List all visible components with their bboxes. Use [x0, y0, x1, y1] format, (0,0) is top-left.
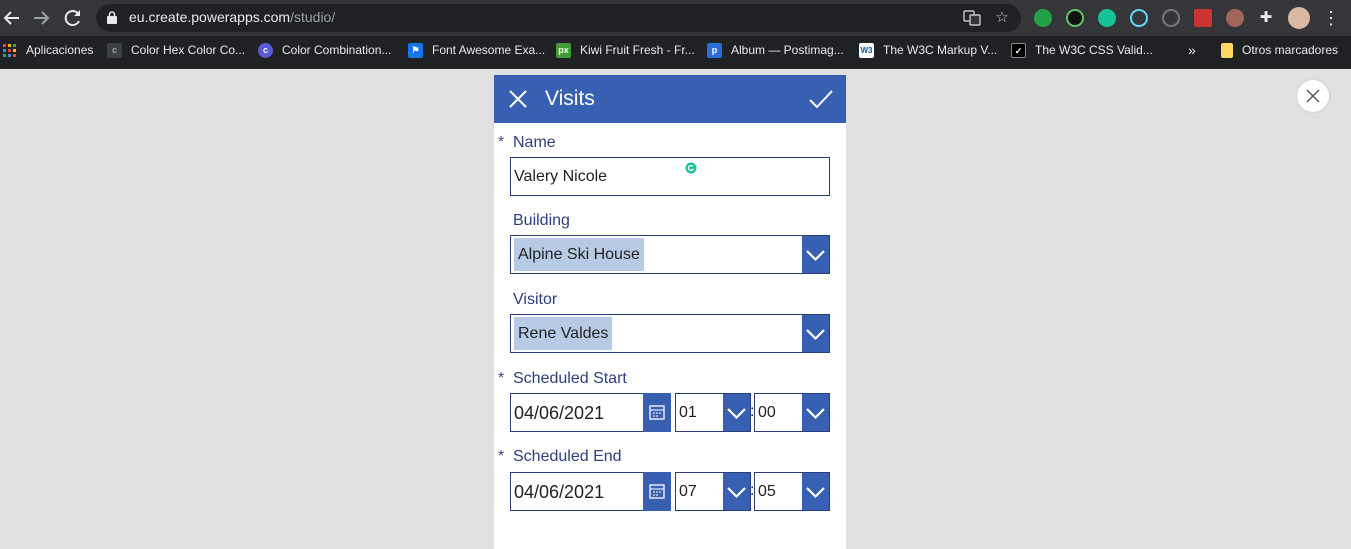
start-hour-dropdown[interactable]: 01	[675, 393, 751, 432]
color-combination-icon: c	[258, 42, 273, 58]
postimage-icon: p	[707, 42, 722, 58]
building-selected-value: Alpine Ski House	[514, 238, 644, 271]
more-bookmarks-label: »	[1188, 42, 1196, 58]
extension-a-icon[interactable]	[1066, 9, 1084, 27]
extension-brown-icon[interactable]	[1226, 9, 1244, 27]
forward-arrow-icon[interactable]	[29, 6, 53, 30]
apps-grid-icon	[2, 43, 17, 58]
calendar-icon[interactable]	[643, 472, 671, 511]
bookmark-label: Kiwi Fruit Fresh - Fr...	[580, 43, 695, 57]
bookmark-label: Aplicaciones	[26, 43, 94, 57]
chevron-down-icon[interactable]	[802, 473, 829, 510]
end-minute-value: 05	[758, 483, 776, 500]
bookmark-label: Album — Postimag...	[731, 43, 844, 57]
end-minute-dropdown[interactable]: 05	[754, 472, 830, 511]
start-minute-dropdown[interactable]: 00	[754, 393, 830, 432]
close-icon	[509, 90, 527, 108]
submit-button[interactable]	[808, 87, 834, 111]
browser-toolbar: eu.create.powerapps.com/studio/ ☆ ✚ ⋮	[0, 0, 1351, 36]
grammarly-icon[interactable]	[685, 162, 697, 174]
bookmark-item[interactable]: Aplicaciones	[2, 41, 93, 59]
start-minute-value: 00	[758, 404, 776, 421]
checkmark-icon	[809, 90, 833, 109]
bookmark-item[interactable]: ✓ The W3C CSS Valid...	[1011, 41, 1153, 59]
translate-icon[interactable]	[963, 9, 981, 27]
w3c-css-icon: ✓	[1011, 42, 1026, 58]
bookmark-label: The W3C Markup V...	[883, 43, 998, 57]
reload-icon[interactable]	[61, 6, 85, 30]
more-bookmarks-button[interactable]: »	[1188, 41, 1196, 59]
chevron-down-icon[interactable]	[802, 236, 829, 273]
react-devtools-icon[interactable]	[1130, 9, 1148, 27]
scheduled-start-label: Scheduled Start	[513, 370, 627, 387]
folder-icon	[1221, 42, 1233, 58]
lock-icon	[107, 11, 117, 24]
back-arrow-icon[interactable]	[0, 6, 24, 30]
name-input-value: Valery Nicole	[514, 168, 608, 185]
bookmark-label: Color Hex Color Co...	[131, 43, 246, 57]
bookmark-star-icon[interactable]: ☆	[993, 9, 1011, 27]
bookmarks-bar: Aplicaciones c Color Hex Color Co... c C…	[0, 36, 1351, 64]
required-indicator: *	[498, 448, 505, 465]
profile-avatar[interactable]	[1288, 7, 1310, 29]
visitor-label: Visitor	[513, 291, 558, 308]
visit-form-screen: Visits * Name Valery Nicole Building Alp…	[494, 75, 846, 549]
bookmark-label: Color Combination...	[282, 43, 392, 57]
url-text: eu.create.powerapps.com/studio/	[129, 9, 335, 25]
extension-red-icon[interactable]	[1194, 9, 1212, 27]
url-path: /studio/	[290, 9, 336, 25]
end-hour-dropdown[interactable]: 07	[675, 472, 751, 511]
chevron-down-icon[interactable]	[802, 315, 829, 352]
building-dropdown[interactable]: Alpine Ski House	[510, 235, 830, 274]
start-hour-value: 01	[679, 404, 697, 421]
end-date-picker[interactable]: 04/06/2021	[510, 472, 671, 511]
url-host: eu.create.powerapps.com	[129, 9, 291, 25]
other-bookmarks-folder[interactable]: Otros marcadores	[1221, 41, 1338, 59]
chevron-down-icon[interactable]	[723, 473, 750, 510]
bookmark-item[interactable]: c Color Combination...	[258, 41, 391, 59]
chevron-down-icon[interactable]	[802, 394, 829, 431]
bookmark-item[interactable]: p Album — Postimag...	[707, 41, 844, 59]
px-icon: px	[556, 42, 571, 58]
start-date-value: 04/06/2021	[514, 403, 605, 423]
building-label: Building	[513, 212, 570, 229]
bookmark-item[interactable]: W3 The W3C Markup V...	[859, 41, 997, 59]
bookmark-item[interactable]: ⚑ Font Awesome Exa...	[408, 41, 545, 59]
form-header: Visits	[494, 75, 846, 123]
bookmark-item[interactable]: c Color Hex Color Co...	[107, 41, 245, 59]
color-hex-icon: c	[107, 42, 122, 58]
visitor-selected-value: Rene Valdes	[514, 317, 613, 350]
flag-icon: ⚑	[408, 42, 423, 58]
end-hour-value: 07	[679, 483, 697, 500]
browser-menu-icon[interactable]: ⋮	[1319, 6, 1343, 30]
close-icon	[1306, 89, 1320, 103]
form-title: Visits	[545, 87, 595, 110]
w3c-icon: W3	[859, 42, 874, 58]
name-input[interactable]: Valery Nicole	[510, 157, 830, 196]
visitor-dropdown[interactable]: Rene Valdes	[510, 314, 830, 353]
end-date-value: 04/06/2021	[514, 482, 605, 502]
bookmark-item[interactable]: px Kiwi Fruit Fresh - Fr...	[556, 41, 695, 59]
extension-check-icon[interactable]	[1034, 9, 1052, 27]
address-bar[interactable]: eu.create.powerapps.com/studio/ ☆	[96, 4, 1021, 32]
required-indicator: *	[498, 134, 505, 151]
scheduled-end-label: Scheduled End	[513, 448, 622, 465]
close-app-button[interactable]	[1297, 80, 1329, 112]
bookmark-label: The W3C CSS Valid...	[1035, 43, 1153, 57]
start-date-picker[interactable]: 04/06/2021	[510, 393, 671, 432]
chevron-down-icon[interactable]	[723, 394, 750, 431]
browser-chrome: eu.create.powerapps.com/studio/ ☆ ✚ ⋮ Ap…	[0, 0, 1351, 69]
required-indicator: *	[498, 370, 505, 387]
grammarly-extension-icon[interactable]	[1098, 9, 1116, 27]
other-bookmarks-label: Otros marcadores	[1242, 43, 1339, 57]
bookmark-label: Font Awesome Exa...	[432, 43, 546, 57]
calendar-icon[interactable]	[643, 393, 671, 432]
extension-sync-icon[interactable]	[1162, 9, 1180, 27]
cancel-button[interactable]	[506, 87, 530, 111]
extensions-puzzle-icon[interactable]: ✚	[1254, 6, 1278, 30]
name-label: Name	[513, 134, 556, 151]
